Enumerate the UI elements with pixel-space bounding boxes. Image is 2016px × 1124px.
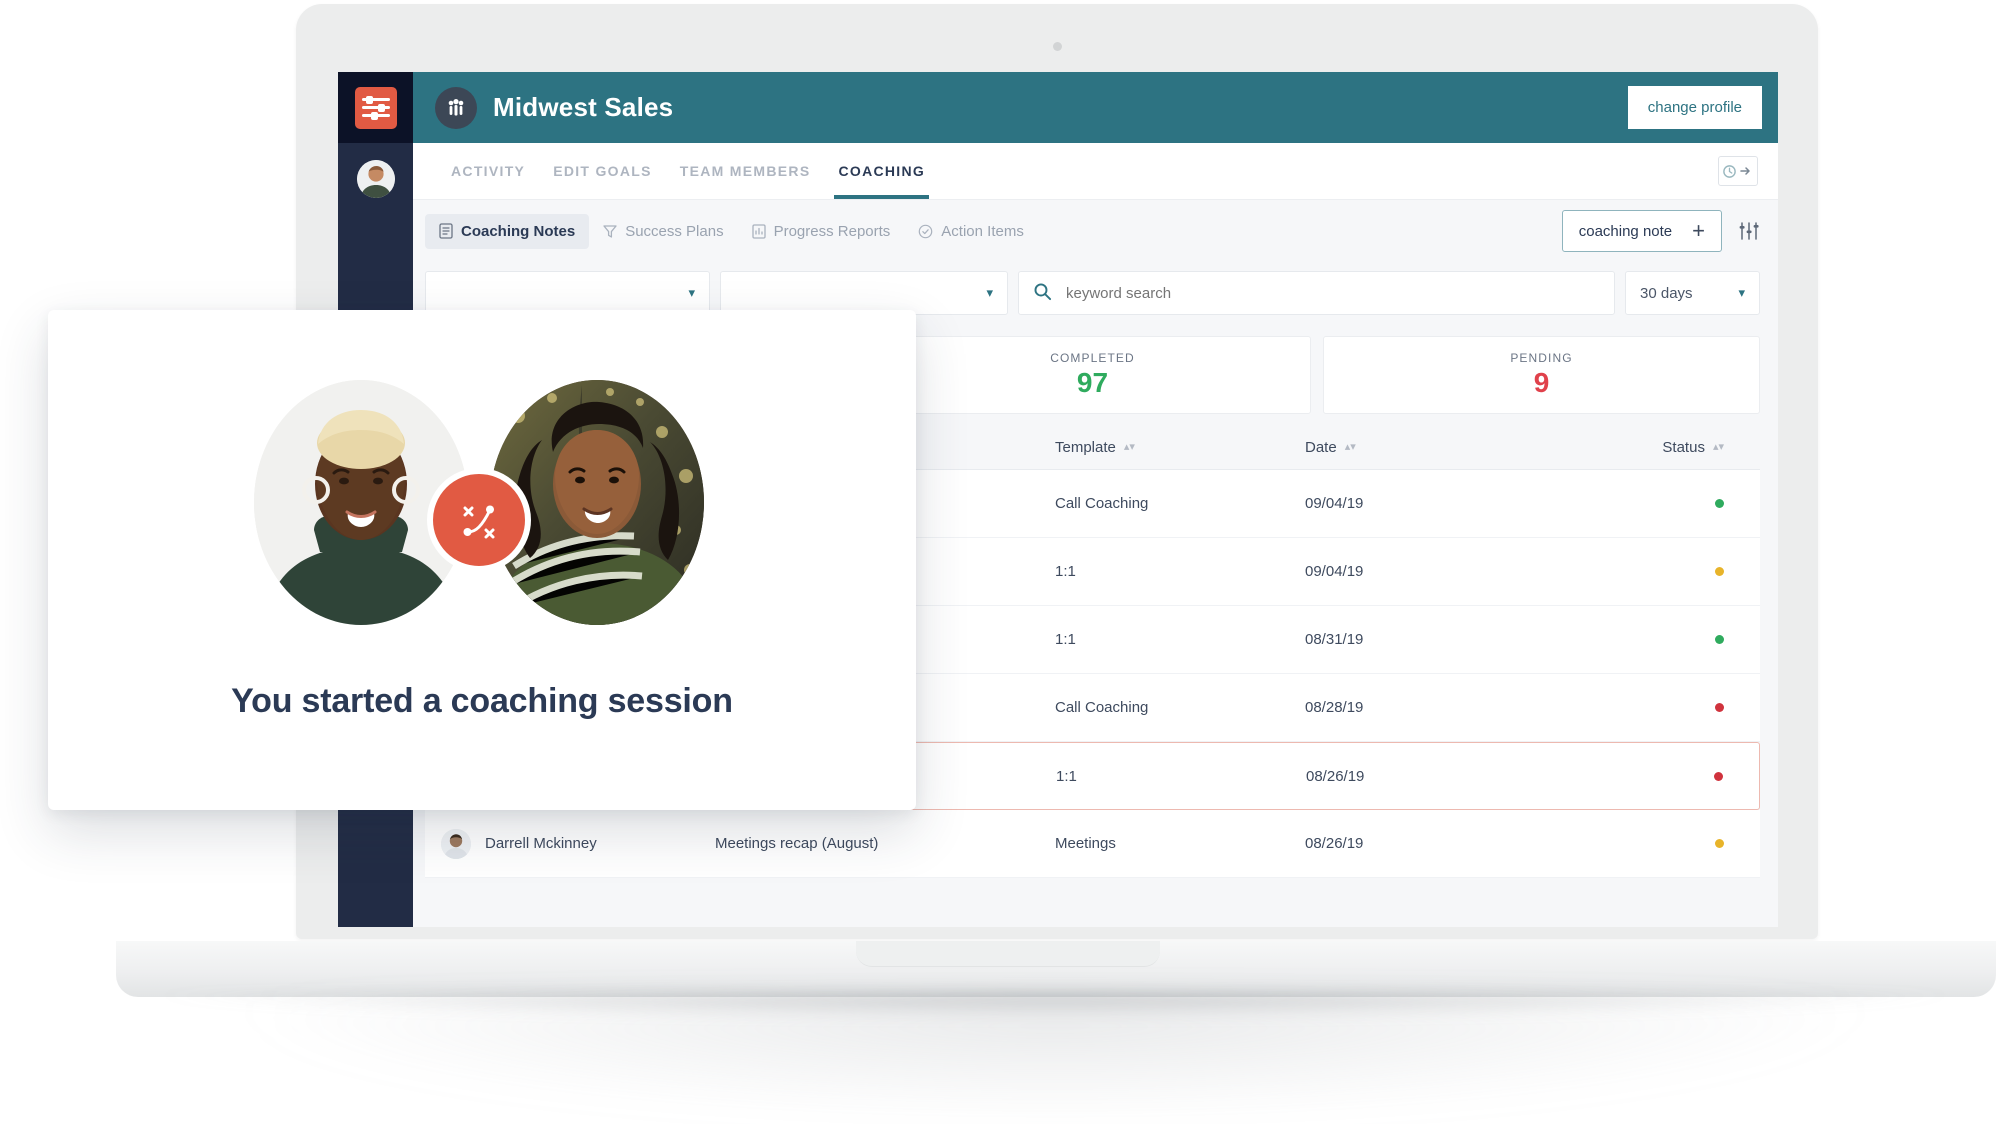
funnel-icon <box>603 224 617 239</box>
check-circle-icon <box>918 224 933 239</box>
subtab-action-items[interactable]: Action Items <box>904 214 1038 249</box>
new-note-label: coaching note <box>1578 222 1673 240</box>
rail-logo-slot[interactable] <box>338 72 413 143</box>
status-badge <box>1715 635 1724 644</box>
row-template: Call Coaching <box>1055 699 1149 716</box>
coaching-session-overlay: You started a coaching session <box>48 310 916 810</box>
sort-icon[interactable]: ▴▾ <box>1124 442 1135 453</box>
tab-team-members[interactable]: TEAM MEMBERS <box>666 143 825 199</box>
stat-label: PENDING <box>1510 351 1573 365</box>
table-row[interactable]: Darrell Mckinney Meetings recap (August) M… <box>425 810 1760 878</box>
team-group-icon <box>435 86 477 129</box>
row-status <box>1535 839 1760 848</box>
tab-coaching[interactable]: COACHING <box>824 143 939 199</box>
stat-card-pending[interactable]: PENDING 9 <box>1323 336 1760 414</box>
laptop-shadow-soft <box>230 1000 1880 1120</box>
status-badge <box>1715 499 1724 508</box>
row-date: 09/04/19 <box>1305 495 1364 512</box>
subtab-success-plans[interactable]: Success Plans <box>589 214 737 249</box>
subtab-label: Action Items <box>941 222 1024 240</box>
new-coaching-note-button[interactable]: coaching note + <box>1561 210 1722 252</box>
row-template: 1:1 <box>1056 767 1077 785</box>
status-badge <box>1715 703 1724 712</box>
row-date: 08/31/19 <box>1305 631 1364 648</box>
tab-edit-goals[interactable]: EDIT GOALS <box>539 143 666 199</box>
laptop-notch <box>856 941 1160 967</box>
tab-activity[interactable]: ACTIVITY <box>437 143 539 199</box>
overlay-title: You started a coaching session <box>231 682 733 720</box>
avatar <box>441 828 471 859</box>
subtab-label: Coaching Notes <box>461 222 576 240</box>
subtab-coaching-notes[interactable]: Coaching Notes <box>425 213 590 249</box>
status-badge <box>1715 839 1724 848</box>
chevron-down-icon: ▾ <box>688 285 695 300</box>
status-badge <box>1714 771 1723 781</box>
date-range-select[interactable]: 30 days ▾ <box>1625 271 1760 315</box>
row-date: 08/28/19 <box>1305 699 1364 716</box>
sliders-logo-icon[interactable] <box>354 86 397 129</box>
notes-icon <box>439 223 453 239</box>
subtab-label: Success Plans <box>625 222 724 240</box>
chevron-down-icon: ▾ <box>1738 285 1745 300</box>
chevron-down-icon: ▾ <box>986 285 993 300</box>
stat-value: 9 <box>1533 367 1550 398</box>
refresh-signin-icon[interactable] <box>1718 156 1758 186</box>
stat-value: 97 <box>1076 367 1109 398</box>
column-header-date[interactable]: Date ▴▾ <box>1305 439 1535 456</box>
row-person: Darrell Mckinney <box>425 828 715 859</box>
search-icon <box>1033 282 1052 305</box>
row-note-title: Meetings recap (August) <box>715 835 879 852</box>
column-label: Template <box>1055 439 1116 456</box>
row-date: 09/04/19 <box>1305 563 1364 580</box>
subtab-label: Progress Reports <box>773 222 891 240</box>
subtab-toolbar: Coaching Notes Success Plans Progress Re… <box>413 200 1778 262</box>
stat-card-completed[interactable]: COMPLETED 97 <box>874 336 1311 414</box>
row-date: 08/26/19 <box>1305 835 1364 852</box>
sort-icon[interactable]: ▴▾ <box>1713 442 1724 453</box>
row-template: Meetings <box>1055 835 1116 852</box>
sliders-settings-icon[interactable] <box>1738 220 1760 242</box>
column-header-status[interactable]: Status ▴▾ <box>1535 439 1760 456</box>
column-label: Date <box>1305 439 1337 456</box>
coaching-connection-icon <box>427 468 531 572</box>
sort-icon[interactable]: ▴▾ <box>1345 442 1356 453</box>
stat-label: COMPLETED <box>1050 351 1135 365</box>
primary-tabbar: ACTIVITY EDIT GOALS TEAM MEMBERS COACHIN… <box>413 143 1778 200</box>
app-header: Midwest Sales change profile <box>413 72 1778 143</box>
status-badge <box>1715 567 1724 576</box>
filter-select-secondary[interactable]: ▾ <box>720 271 1008 315</box>
user-avatar[interactable] <box>357 160 395 198</box>
search-field[interactable] <box>1018 271 1615 315</box>
column-header-template[interactable]: Template ▴▾ <box>1055 439 1305 456</box>
row-status <box>1535 567 1760 576</box>
column-label: Status <box>1662 439 1705 456</box>
filter-select-primary[interactable]: ▾ <box>425 271 710 315</box>
row-template: Call Coaching <box>1055 495 1149 512</box>
row-template: 1:1 <box>1055 563 1076 580</box>
date-range-value: 30 days <box>1640 284 1693 302</box>
row-date: 08/26/19 <box>1306 767 1365 785</box>
row-status <box>1535 635 1760 644</box>
search-input[interactable] <box>1064 283 1600 303</box>
report-icon <box>751 223 766 239</box>
laptop-camera-icon <box>1053 42 1062 51</box>
change-profile-button[interactable]: change profile <box>1627 86 1762 129</box>
row-template: 1:1 <box>1055 631 1076 648</box>
row-status <box>1535 499 1760 508</box>
overlay-photos <box>254 380 704 636</box>
subtab-progress-reports[interactable]: Progress Reports <box>738 214 905 249</box>
row-status <box>1535 703 1760 712</box>
row-status <box>1536 771 1759 781</box>
row-person-name: Darrell Mckinney <box>485 835 597 852</box>
plus-icon: + <box>1692 218 1705 244</box>
page-title: Midwest Sales <box>493 92 674 122</box>
screenshot-stage: Midwest Sales change profile ACTIVITY ED… <box>0 0 2016 1124</box>
